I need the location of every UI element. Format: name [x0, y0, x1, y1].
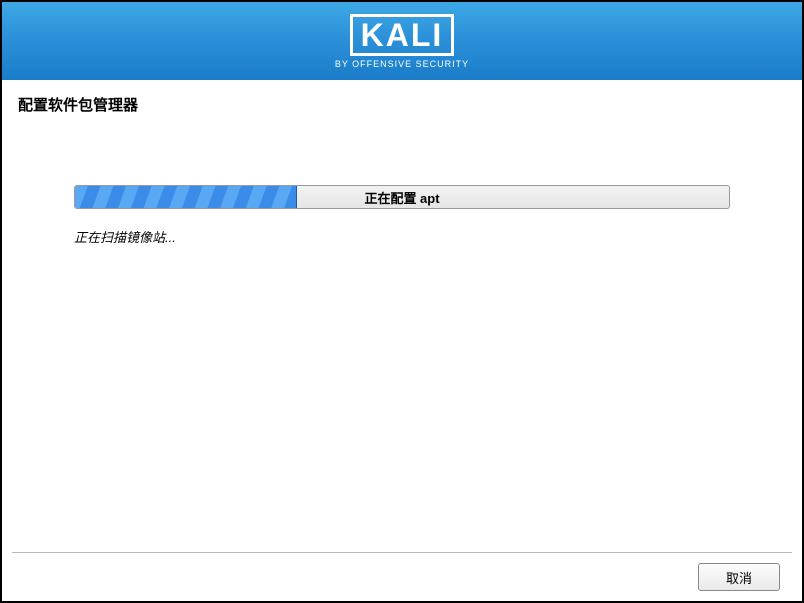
kali-logo: KALI BY OFFENSIVE SECURITY — [335, 14, 469, 69]
page-title: 配置软件包管理器 — [18, 94, 802, 115]
progress-status: 正在扫描镜像站... — [74, 227, 730, 246]
logo-subtitle: BY OFFENSIVE SECURITY — [335, 59, 469, 69]
progress-bar: 正在配置 apt — [74, 185, 730, 209]
progress-fill — [75, 186, 297, 208]
progress-container: 正在配置 apt 正在扫描镜像站... — [74, 185, 730, 246]
logo-frame: KALI — [350, 14, 455, 56]
cancel-button[interactable]: 取消 — [698, 563, 780, 591]
installer-header: KALI BY OFFENSIVE SECURITY — [2, 2, 802, 80]
bottom-bar: 取消 — [12, 552, 792, 591]
logo-text: KALI — [361, 19, 444, 51]
progress-label: 正在配置 apt — [364, 188, 439, 207]
